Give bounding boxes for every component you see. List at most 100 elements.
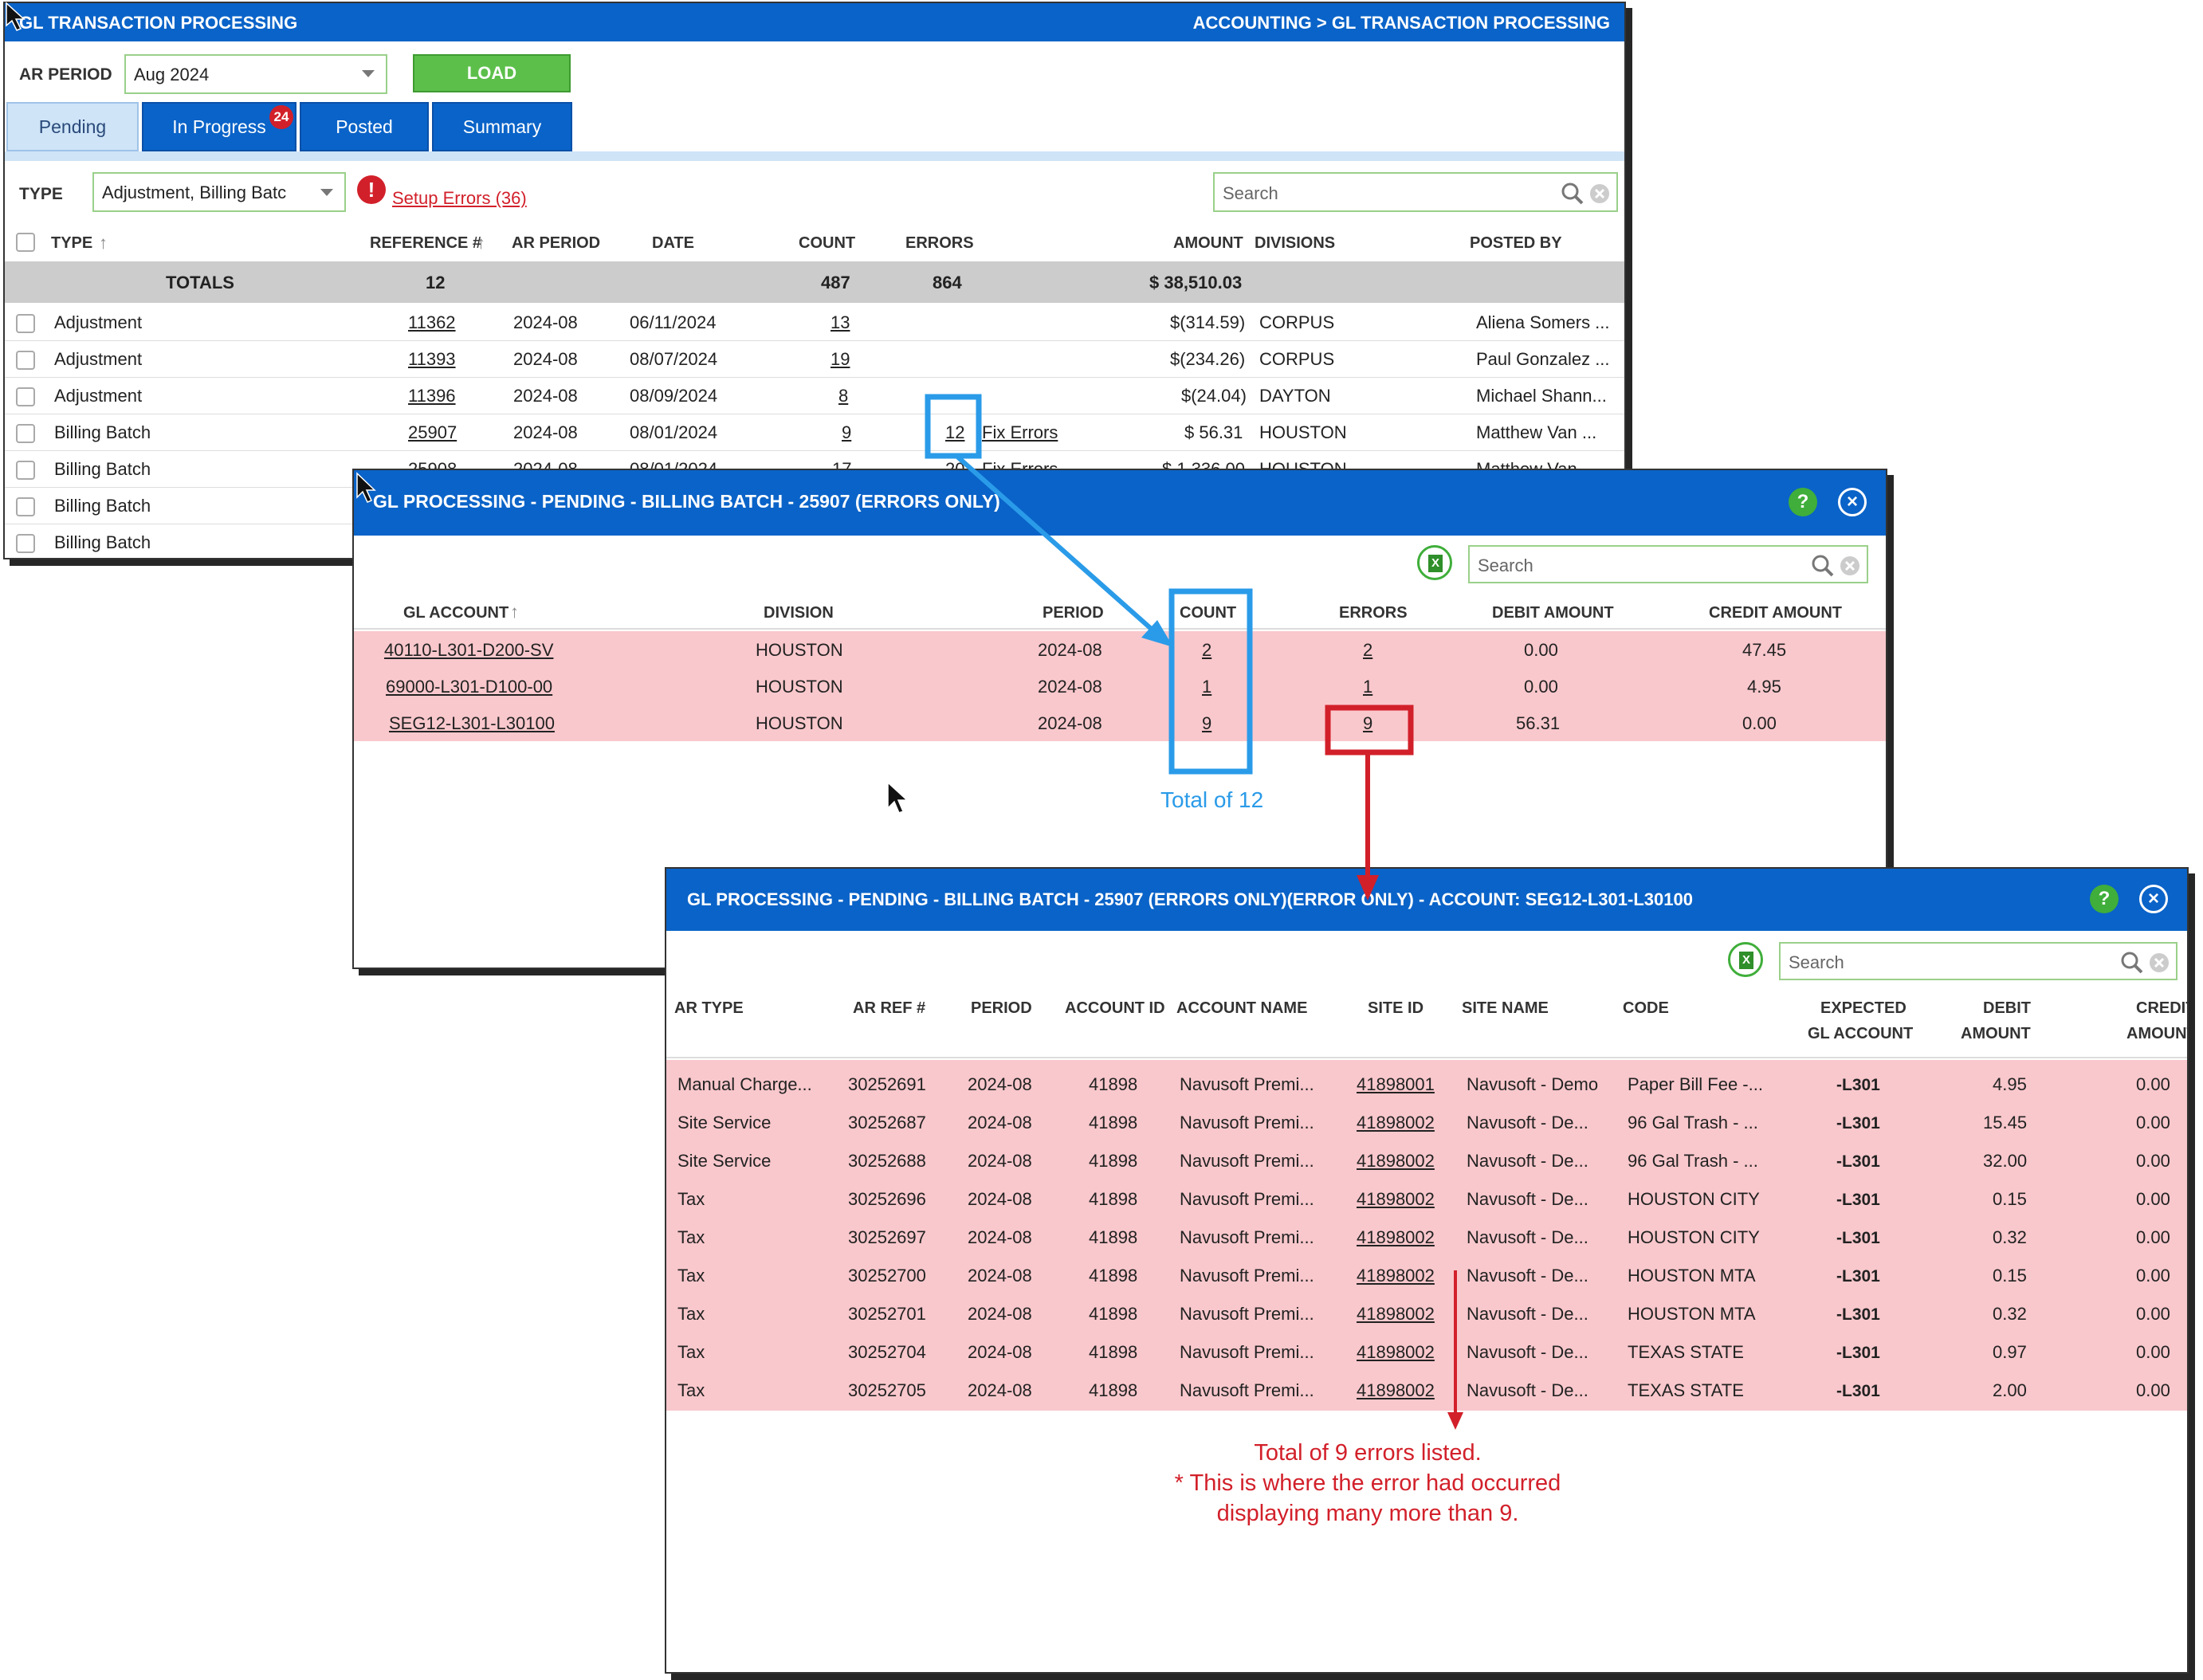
col-division[interactable]: DIVISION [764,604,834,622]
sort-up-icon[interactable]: ↑ [510,602,519,622]
row-checkbox[interactable] [16,351,35,370]
col-account-id[interactable]: ACCOUNT ID [1065,999,1165,1018]
col-site-name[interactable]: SITE NAME [1462,999,1549,1018]
col-site-id[interactable]: SITE ID [1368,999,1424,1018]
table-row[interactable]: Tax 30252700 2024-08 41898 Navusoft Prem… [666,1258,2187,1296]
row-checkbox[interactable] [16,534,35,553]
col-date[interactable]: DATE [652,234,694,253]
col-credit-amount[interactable]: CREDIT AMOUNT [1709,604,1842,622]
row-errors-link[interactable]: 2 [1363,640,1372,661]
site-id-link[interactable]: 41898002 [1357,1151,1435,1172]
col-code[interactable]: CODE [1623,999,1669,1018]
site-id-link[interactable]: 41898002 [1357,1266,1435,1286]
col-period[interactable]: PERIOD [1043,604,1104,622]
col-period[interactable]: PERIOD [971,999,1032,1018]
col-amount[interactable]: AMOUNT [1173,234,1243,253]
table-row[interactable]: Adjustment 11393 2024-08 08/07/2024 19 $… [5,341,1624,378]
search-icon[interactable] [1811,554,1835,578]
row-checkbox[interactable] [16,497,35,516]
site-id-link[interactable]: 41898002 [1357,1380,1435,1401]
select-all-checkbox[interactable] [16,233,35,252]
table-row[interactable]: Site Service 30252687 2024-08 41898 Navu… [666,1105,2187,1143]
tab-summary[interactable]: Summary [432,102,572,151]
breadcrumb[interactable]: ACCOUNTING > GL TRANSACTION PROCESSING [1193,13,1610,33]
sort-up-icon[interactable]: ↑ [477,233,485,253]
row-reference-link[interactable]: 11393 [408,349,456,370]
row-errors-link[interactable]: 1 [1363,677,1372,697]
col-debit-amount[interactable]: DEBIT AMOUNT [1492,604,1614,622]
col-ar-period[interactable]: AR PERIOD [512,234,600,253]
row-reference-link[interactable]: 25907 [408,422,457,443]
table-row[interactable]: 69000-L301-D100-00 HOUSTON 2024-08 1 1 0… [354,668,1886,705]
tab-pending[interactable]: Pending [6,102,139,151]
row-count-link[interactable]: 2 [1202,640,1211,661]
row-count-link[interactable]: 1 [1202,677,1211,697]
gl-account-link[interactable]: 40110-L301-D200-SV [384,640,553,661]
table-row[interactable]: Tax 30252701 2024-08 41898 Navusoft Prem… [666,1296,2187,1334]
col-type[interactable]: TYPE [51,234,92,253]
table-row[interactable]: Adjustment 11396 2024-08 08/09/2024 8 $(… [5,378,1624,414]
excel-export-icon[interactable]: X [1728,942,1763,977]
load-button[interactable]: LOAD [413,54,571,92]
col-errors[interactable]: ERRORS [1339,604,1408,622]
row-count-link[interactable]: 13 [831,312,850,333]
type-select[interactable]: Adjustment, Billing Batc [92,172,346,212]
row-checkbox[interactable] [16,461,35,480]
batch-search-input[interactable]: Search [1468,545,1868,583]
col-gl-account[interactable]: GL ACCOUNT [403,604,509,622]
clear-search-icon[interactable] [2149,952,2170,973]
gl-account-link[interactable]: 69000-L301-D100-00 [386,677,552,697]
row-reference-link[interactable]: 11362 [408,312,456,333]
site-id-link[interactable]: 41898002 [1357,1304,1435,1325]
sort-up-icon[interactable]: ↑ [99,233,108,253]
col-reference[interactable]: REFERENCE # [370,234,481,253]
row-count-link[interactable]: 9 [842,422,851,443]
table-row[interactable]: Tax 30252705 2024-08 41898 Navusoft Prem… [666,1372,2187,1411]
fix-errors-link[interactable]: Fix Errors [982,422,1058,443]
help-icon[interactable]: ? [2090,885,2119,913]
table-row[interactable]: Site Service 30252688 2024-08 41898 Navu… [666,1143,2187,1181]
table-row[interactable]: Manual Charge... 30252691 2024-08 41898 … [666,1066,2187,1105]
site-id-link[interactable]: 41898002 [1357,1342,1435,1363]
site-id-link[interactable]: 41898002 [1357,1113,1435,1133]
site-id-link[interactable]: 41898001 [1357,1074,1435,1095]
row-checkbox[interactable] [16,314,35,333]
excel-export-icon[interactable]: X [1417,545,1452,580]
col-credit-line1[interactable]: CREDIT [2136,999,2187,1018]
col-ar-type[interactable]: AR TYPE [674,999,744,1018]
tab-in-progress[interactable]: In Progress 24 [142,102,296,151]
clear-search-icon[interactable] [1589,183,1610,204]
setup-errors-link[interactable]: Setup Errors (36) [392,188,527,209]
row-errors-link[interactable]: 9 [1363,713,1372,734]
ar-period-select[interactable]: Aug 2024 [124,54,387,94]
row-checkbox[interactable] [16,424,35,443]
col-count[interactable]: COUNT [799,234,855,253]
account-search-input[interactable]: Search [1779,942,2177,980]
col-expected-line1[interactable]: EXPECTED [1820,999,1907,1018]
col-debit-line1[interactable]: DEBIT [1983,999,2031,1018]
clear-search-icon[interactable] [1840,555,1860,576]
table-row[interactable]: SEG12-L301-L30100 HOUSTON 2024-08 9 9 56… [354,705,1886,741]
tab-posted[interactable]: Posted [300,102,429,151]
col-account-name[interactable]: ACCOUNT NAME [1176,999,1307,1018]
site-id-link[interactable]: 41898002 [1357,1227,1435,1248]
table-row[interactable]: 40110-L301-D200-SV HOUSTON 2024-08 2 2 0… [354,631,1886,668]
table-row[interactable]: Billing Batch 25907 2024-08 08/01/2024 9… [5,414,1624,451]
gl-account-link[interactable]: SEG12-L301-L30100 [389,713,555,734]
row-count-link[interactable]: 9 [1202,713,1211,734]
table-row[interactable]: Tax 30252696 2024-08 41898 Navusoft Prem… [666,1181,2187,1219]
row-errors-link[interactable]: 12 [945,422,964,443]
main-search-input[interactable]: Search [1213,172,1618,212]
table-row[interactable]: Tax 30252697 2024-08 41898 Navusoft Prem… [666,1219,2187,1258]
row-count-link[interactable]: 8 [838,386,848,406]
search-icon[interactable] [2120,951,2144,975]
close-icon[interactable]: × [1838,488,1867,516]
row-reference-link[interactable]: 11396 [408,386,456,406]
row-checkbox[interactable] [16,387,35,406]
row-count-link[interactable]: 19 [831,349,850,370]
col-divisions[interactable]: DIVISIONS [1255,234,1335,253]
search-icon[interactable] [1561,182,1585,206]
site-id-link[interactable]: 41898002 [1357,1189,1435,1210]
close-icon[interactable]: × [2139,885,2168,913]
table-row[interactable]: Adjustment 11362 2024-08 06/11/2024 13 $… [5,304,1624,341]
